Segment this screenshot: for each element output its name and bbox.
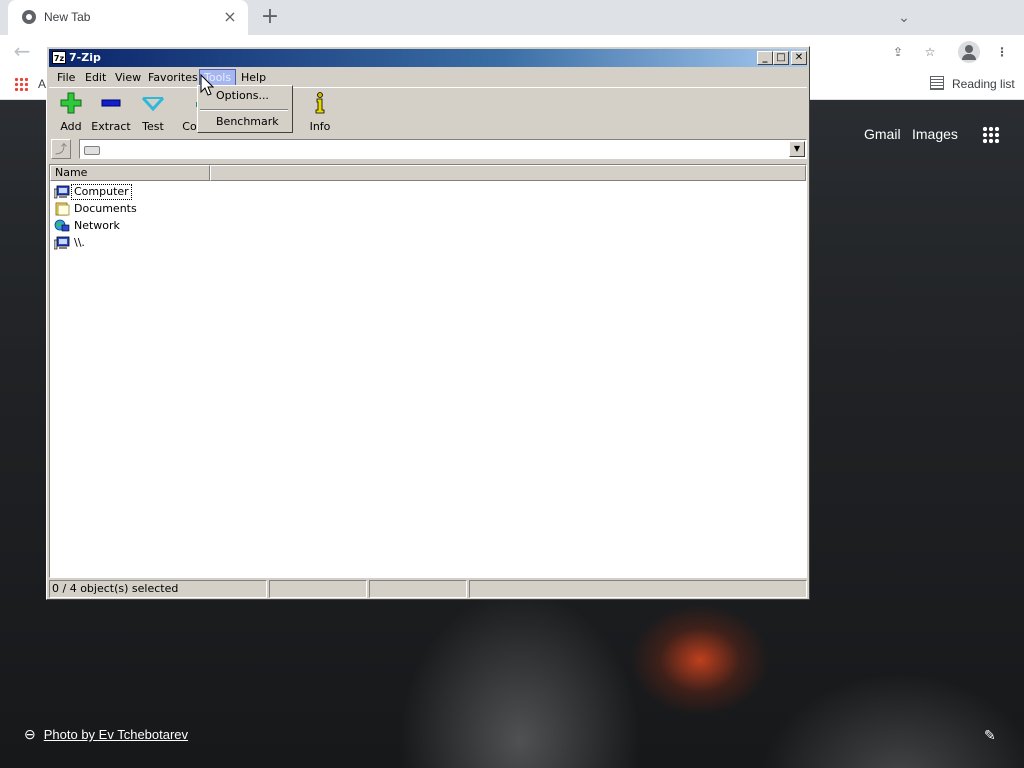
- gmail-link[interactable]: Gmail: [864, 126, 901, 142]
- network-icon: [54, 219, 70, 232]
- menu-item-options[interactable]: Options...: [216, 88, 269, 104]
- extract-label: Extract: [91, 120, 131, 133]
- window-title: 7-Zip: [69, 51, 101, 64]
- google-apps-icon[interactable]: [982, 126, 1000, 144]
- back-button[interactable]: ←: [10, 40, 34, 64]
- menu-favorites[interactable]: Favorites: [144, 70, 202, 85]
- documents-icon: [55, 202, 70, 216]
- reading-list-icon: [930, 76, 944, 90]
- menu-edit[interactable]: Edit: [81, 70, 110, 85]
- menu-view[interactable]: View: [111, 70, 145, 85]
- column-header-name[interactable]: Name: [50, 165, 210, 181]
- new-tab-button[interactable]: +: [258, 6, 282, 30]
- sevenzip-window: 7z 7-Zip _ □ ✕ File Edit View Favorites …: [46, 46, 810, 600]
- toolbar: Add Extract Test Cop Info: [49, 87, 807, 136]
- status-size: [269, 580, 367, 598]
- add-button[interactable]: Add: [49, 92, 93, 136]
- status-packed: [369, 580, 467, 598]
- list-item-label: Documents: [74, 202, 137, 215]
- address-bar: ⤴ ▼: [49, 137, 807, 161]
- add-icon: [49, 92, 93, 114]
- add-label: Add: [60, 120, 82, 133]
- images-link[interactable]: Images: [912, 126, 958, 142]
- status-info: [469, 580, 807, 598]
- window-titlebar[interactable]: 7z 7-Zip _ □ ✕: [49, 49, 807, 67]
- list-item-label: Computer: [71, 184, 132, 200]
- menu-item-benchmark[interactable]: Benchmark: [216, 114, 279, 130]
- chrome-menu-icon[interactable]: ⋮: [990, 40, 1014, 64]
- minimize-button[interactable]: _: [757, 51, 773, 65]
- tab-title: New Tab: [44, 10, 91, 24]
- chrome-favicon-icon: [22, 10, 36, 24]
- menu-bar: File Edit View Favorites Tools Help: [49, 68, 807, 86]
- path-dropdown-button[interactable]: ▼: [789, 141, 805, 157]
- close-button[interactable]: ✕: [791, 51, 807, 65]
- photo-credit-link[interactable]: Photo by Ev Tchebotarev: [44, 727, 188, 742]
- status-bar: 0 / 4 object(s) selected: [49, 580, 807, 598]
- sevenzip-app-icon: 7z: [52, 51, 66, 64]
- path-combobox[interactable]: ▼: [79, 139, 807, 159]
- extract-icon: [89, 92, 133, 114]
- extract-button[interactable]: Extract: [89, 92, 133, 136]
- up-arrow-icon: ⤴: [54, 142, 67, 156]
- file-list[interactable]: Name Computer Documents Network \\.: [49, 164, 807, 578]
- menu-separator: [200, 109, 288, 111]
- maximize-button[interactable]: □: [773, 51, 789, 65]
- column-header-blank[interactable]: [210, 165, 806, 181]
- drive-icon: [84, 146, 100, 155]
- photo-credit[interactable]: ⊖ Photo by Ev Tchebotarev: [24, 726, 188, 743]
- computer-icon: [54, 236, 70, 250]
- bookmark-item[interactable]: A: [38, 77, 46, 91]
- list-item-label: \\.: [74, 236, 85, 249]
- bookmark-star-icon[interactable]: ☆: [918, 40, 942, 64]
- apps-grid-icon[interactable]: [14, 77, 28, 91]
- browser-tab[interactable]: New Tab ×: [8, 0, 248, 35]
- computer-icon: [54, 185, 70, 199]
- up-folder-button[interactable]: ⤴: [51, 139, 71, 159]
- reading-list-button[interactable]: Reading list: [930, 76, 1015, 91]
- list-item-label: Network: [74, 219, 120, 232]
- test-button[interactable]: Test: [131, 92, 175, 136]
- share-icon[interactable]: ⇪: [886, 40, 910, 64]
- status-selection: 0 / 4 object(s) selected: [49, 580, 267, 598]
- browser-tab-bar: New Tab × + ⌄: [0, 0, 1024, 35]
- test-icon: [131, 92, 175, 114]
- mouse-cursor-icon: [200, 74, 214, 96]
- info-label: Info: [309, 120, 331, 133]
- tab-search-chevron-icon[interactable]: ⌄: [894, 8, 914, 28]
- info-icon: [298, 92, 342, 114]
- reading-list-label: Reading list: [952, 77, 1015, 91]
- info-button[interactable]: Info: [298, 92, 342, 136]
- link-icon: ⊖: [24, 726, 36, 742]
- tab-close-button[interactable]: ×: [220, 7, 240, 27]
- customize-pencil-icon[interactable]: ✎: [984, 728, 996, 744]
- profile-avatar-icon[interactable]: [958, 41, 980, 63]
- menu-help[interactable]: Help: [237, 70, 270, 85]
- menu-file[interactable]: File: [53, 70, 79, 85]
- test-label: Test: [142, 120, 164, 133]
